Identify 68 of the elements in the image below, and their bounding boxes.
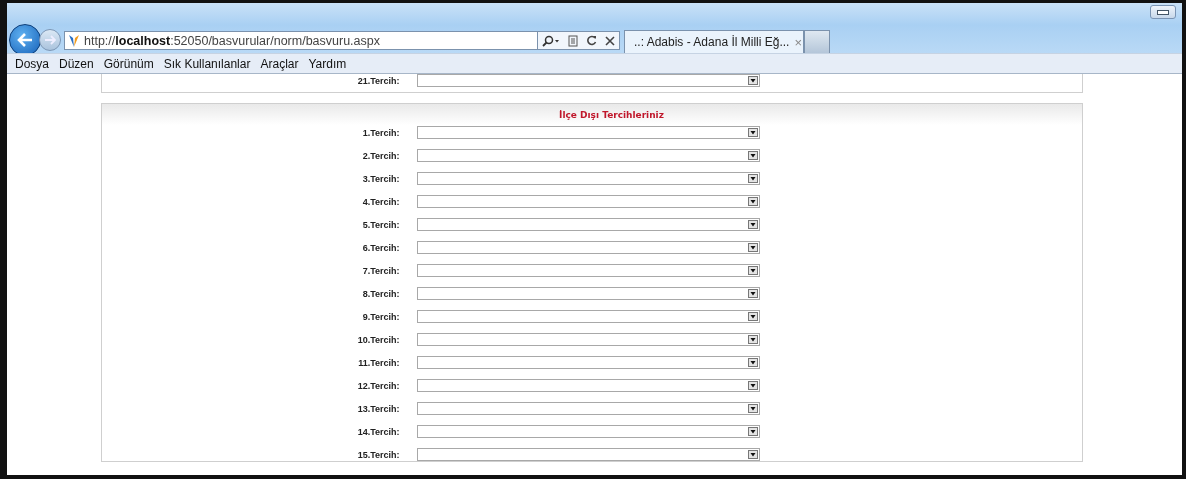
menu-item[interactable]: Dosya xyxy=(10,56,54,71)
dropdown-field[interactable] xyxy=(416,264,760,277)
dropdown-field[interactable] xyxy=(416,379,760,392)
dropdown-arrow-icon xyxy=(747,76,758,85)
dropdown-arrow-icon xyxy=(747,151,758,160)
new-tab-button[interactable] xyxy=(804,30,830,53)
field-label: 11.Tercih: xyxy=(358,357,400,368)
search-icon[interactable] xyxy=(542,34,560,47)
field-label: 10.Tercih: xyxy=(357,334,400,345)
dropdown-arrow-icon xyxy=(747,174,758,183)
dropdown-arrow-icon xyxy=(747,266,758,275)
dropdown-field[interactable] xyxy=(416,333,760,346)
dropdown-field[interactable] xyxy=(416,74,760,87)
field-label: 4.Tercih: xyxy=(362,196,400,207)
dropdown-arrow-icon xyxy=(747,358,758,367)
dropdown-field[interactable] xyxy=(416,356,760,369)
dropdown-arrow-icon xyxy=(747,243,758,252)
field-label: 1.Tercih: xyxy=(362,127,400,138)
dropdown-field[interactable] xyxy=(416,126,760,139)
menu-item[interactable]: Araçlar xyxy=(255,56,304,71)
close-icon[interactable] xyxy=(605,35,615,46)
dropdown-field[interactable] xyxy=(416,448,760,461)
menu-item[interactable]: Düzen xyxy=(54,56,99,71)
dropdown-field[interactable] xyxy=(416,218,760,231)
refresh-icon[interactable] xyxy=(586,35,597,46)
dropdown-arrow-icon xyxy=(747,128,758,137)
dropdown-arrow-icon xyxy=(747,404,758,413)
back-button[interactable] xyxy=(9,24,41,56)
field-label: 5.Tercih: xyxy=(362,219,400,230)
field-label: 3.Tercih: xyxy=(362,173,400,184)
browser-tab[interactable]: ..: Adabis - Adana İl Milli Eğ... × xyxy=(624,30,804,53)
menu-item[interactable]: Sık Kullanılanlar xyxy=(158,56,256,71)
dropdown-arrow-icon xyxy=(747,427,758,436)
dropdown-arrow-icon xyxy=(747,312,758,321)
field-label: 21.Tercih: xyxy=(357,75,400,86)
section-title: İlçe Dışı Tercihleriniz xyxy=(559,109,664,120)
dropdown-field[interactable] xyxy=(416,425,760,438)
dropdown-field[interactable] xyxy=(416,241,760,254)
dropdown-arrow-icon xyxy=(747,381,758,390)
field-label: 13.Tercih: xyxy=(357,403,400,414)
forward-button[interactable] xyxy=(39,29,61,51)
dropdown-field[interactable] xyxy=(416,310,760,323)
field-label: 8.Tercih: xyxy=(362,288,400,299)
dropdown-field[interactable] xyxy=(416,172,760,185)
dropdown-field[interactable] xyxy=(416,287,760,300)
menu-item[interactable]: Yardım xyxy=(303,56,352,71)
field-label: 6.Tercih: xyxy=(362,242,400,253)
address-field[interactable]: http://localhost:52050/basvurular/norm/basvuru.aspx xyxy=(64,31,538,50)
dropdown-arrow-icon xyxy=(747,450,758,459)
dropdown-field[interactable] xyxy=(416,402,760,415)
compatibility-icon[interactable] xyxy=(568,34,578,47)
field-label: 2.Tercih: xyxy=(362,150,400,161)
site-logo-icon xyxy=(68,33,80,48)
dropdown-field[interactable] xyxy=(416,195,760,208)
field-label: 9.Tercih: xyxy=(362,311,400,322)
left-arrow-icon xyxy=(17,33,33,47)
dropdown-arrow-icon xyxy=(747,335,758,344)
right-arrow-icon xyxy=(44,35,56,45)
field-label: 14.Tercih: xyxy=(357,426,400,437)
field-label: 12.Tercih: xyxy=(357,380,400,391)
dropdown-field[interactable] xyxy=(416,149,760,162)
dropdown-arrow-icon xyxy=(747,197,758,206)
field-label: 7.Tercih: xyxy=(362,265,400,276)
field-label: 15.Tercih: xyxy=(357,449,400,460)
minimize-button[interactable] xyxy=(1150,5,1176,19)
dropdown-arrow-icon xyxy=(747,220,758,229)
dropdown-arrow-icon xyxy=(747,289,758,298)
menu-item[interactable]: Görünüm xyxy=(98,56,159,71)
